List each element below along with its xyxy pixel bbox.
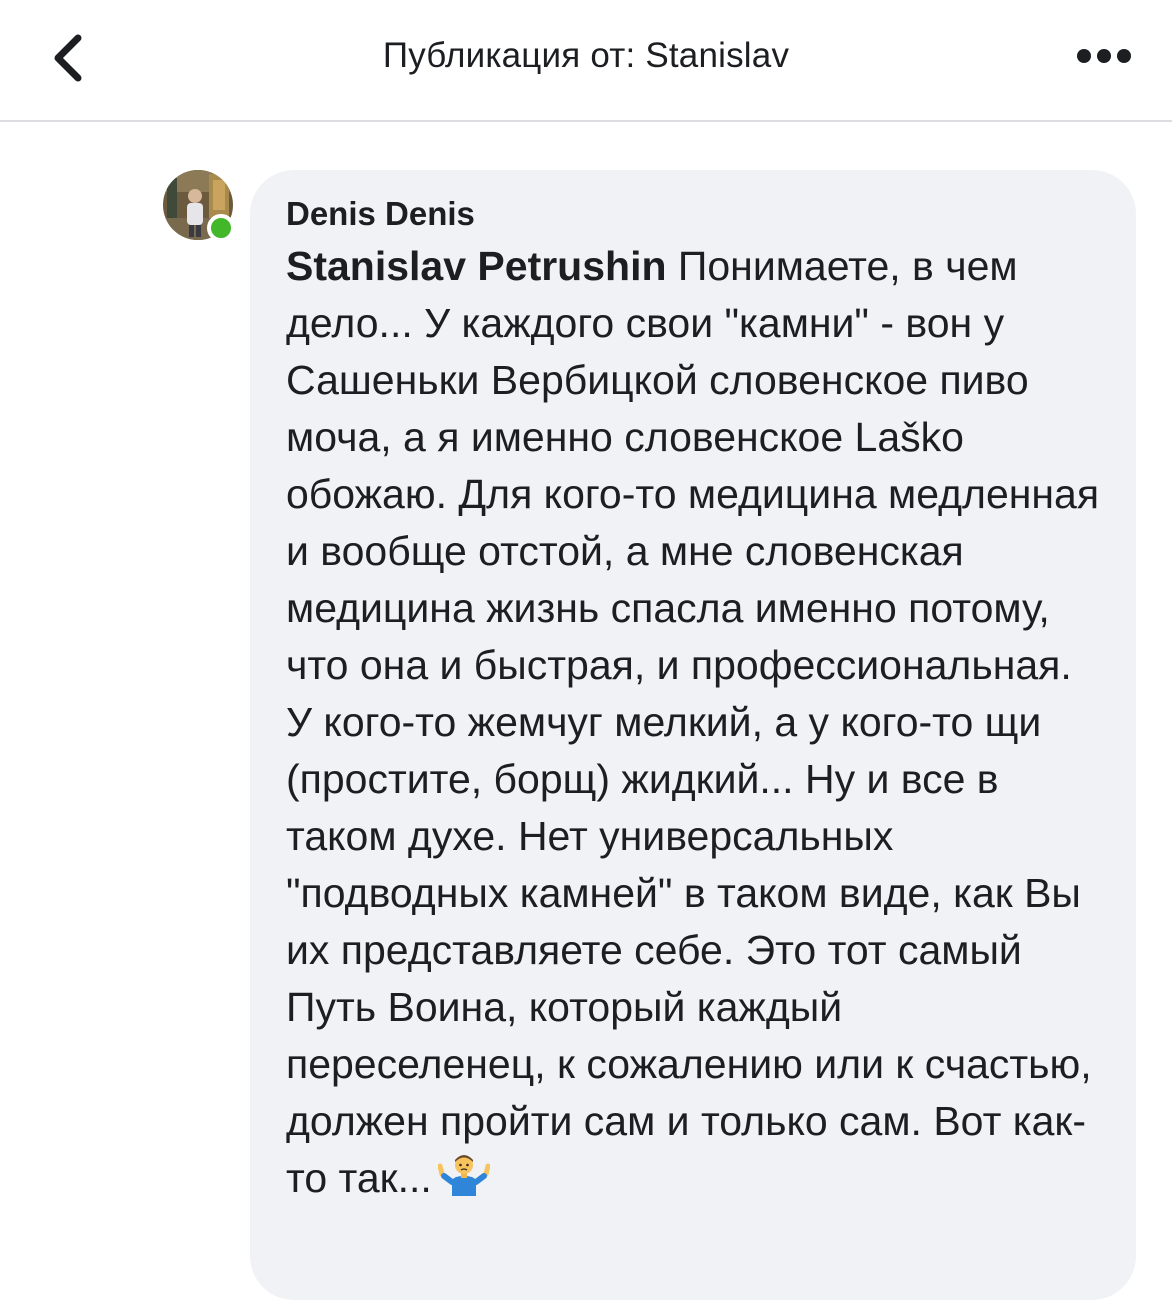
comment-text: Stanislav Petrushin Понимаете, в чем дел… (286, 238, 1106, 1213)
mention-link[interactable]: Stanislav Petrushin (286, 243, 667, 289)
online-status-indicator (207, 214, 235, 242)
comment-author[interactable]: Denis Denis (286, 194, 1106, 234)
comment-thread: Denis Denis Stanislav Petrushin Понимает… (0, 122, 1172, 1300)
man-shrugging-icon (437, 1152, 491, 1213)
avatar-container (163, 170, 235, 242)
more-horizontal-icon (1077, 49, 1131, 63)
comment-body: Понимаете, в чем дело... У каждого свои … (286, 243, 1100, 1201)
chevron-left-icon (54, 34, 82, 82)
comment-bubble: Denis Denis Stanislav Petrushin Понимает… (250, 170, 1136, 1300)
page-title: Публикация от: Stanislav (382, 36, 790, 75)
more-options-button[interactable] (1076, 44, 1132, 68)
back-button[interactable] (40, 28, 100, 88)
top-navigation-bar: Публикация от: Stanislav (0, 0, 1172, 122)
